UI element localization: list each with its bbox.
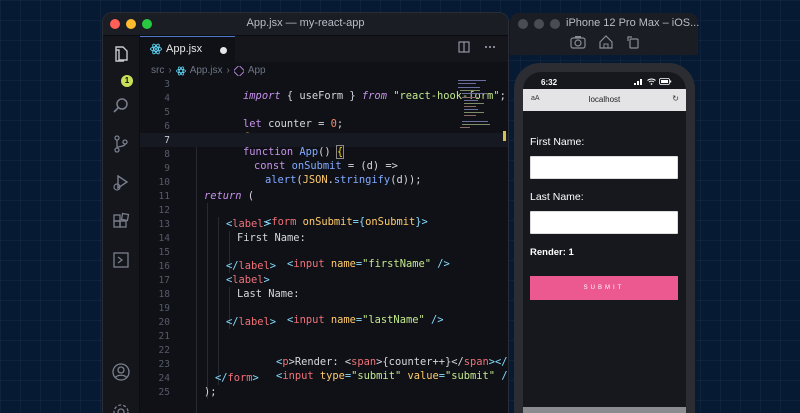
code-line: 20 </label> — [158, 316, 277, 328]
remote-explorer-icon[interactable] — [111, 250, 131, 270]
last-name-input[interactable] — [530, 211, 678, 234]
account-icon[interactable] — [111, 362, 131, 382]
react-icon — [175, 66, 186, 75]
cellular-signal-icon — [634, 79, 642, 85]
code-line: 9 alert(JSON.stringify(d)); — [164, 163, 422, 186]
maximize-window-button[interactable] — [550, 19, 560, 29]
code-line: 4 — [164, 93, 170, 104]
code-line: 18 Last Name: — [158, 288, 300, 300]
code-line: 13 <label> — [158, 218, 270, 230]
phone-screen: 6:32 aA localhost ↻ First Name: Last Nam… — [523, 72, 686, 413]
status-time: 6:32 — [541, 78, 558, 87]
toolbar-edge — [523, 407, 686, 413]
breadcrumb-item-symbol[interactable]: App — [248, 65, 266, 76]
breadcrumb-item-file[interactable]: App.jsx — [190, 65, 223, 76]
tab-label: App.jsx — [166, 43, 203, 55]
code-editor-window: App.jsx — my-react-app 1 App.jsx src › A… — [103, 13, 508, 413]
extensions-icon[interactable] — [111, 212, 131, 232]
code-line: 8 const onSubmit = (d) => — [164, 149, 398, 172]
first-name-input[interactable] — [530, 156, 678, 179]
search-icon[interactable] — [111, 96, 131, 116]
minimize-window-button[interactable] — [534, 19, 544, 29]
submit-button[interactable]: SUBMIT — [530, 276, 678, 300]
url-text[interactable]: localhost — [523, 95, 686, 104]
close-window-button[interactable] — [518, 19, 528, 29]
last-name-label: Last Name: — [530, 191, 584, 203]
more-actions-icon[interactable] — [484, 41, 496, 53]
battery-icon — [659, 78, 672, 85]
code-line: 3 import { useForm } from "react-hook-fo… — [164, 79, 506, 102]
symbol-function-icon — [233, 65, 244, 76]
first-name-label: First Name: — [530, 136, 585, 148]
editor-tab-bar: App.jsx — [140, 36, 508, 63]
iphone-simulator: 6:32 aA localhost ↻ First Name: Last Nam… — [514, 63, 695, 413]
settings-gear-icon[interactable] — [111, 402, 131, 413]
code-line: 12 <form onSubmit={onSubmit}> — [158, 205, 428, 228]
simulator-title: iPhone 12 Pro Max – iOS... — [566, 17, 700, 29]
breadcrumb: src › App.jsx › App — [151, 65, 266, 76]
code-line: 19 <input name="lastName" /> — [158, 303, 444, 326]
code-line: 5 let counter = 0; — [164, 107, 344, 130]
minimap[interactable] — [458, 78, 498, 148]
changes-badge: 1 — [121, 75, 133, 87]
code-line: 11 return ( — [158, 190, 255, 202]
wifi-icon — [647, 78, 656, 85]
code-line: 23 <input type="submit" value="submit" /… — [158, 359, 508, 382]
unsaved-dot-icon[interactable] — [220, 47, 227, 54]
run-debug-icon[interactable] — [111, 172, 131, 192]
reload-icon[interactable]: ↻ — [672, 94, 679, 103]
explorer-icon[interactable] — [111, 44, 131, 64]
breadcrumb-item-src[interactable]: src — [151, 65, 164, 76]
code-line: 24 </form> — [158, 372, 259, 384]
rotate-device-icon[interactable] — [626, 35, 640, 49]
chevron-right-icon: › — [168, 65, 172, 76]
split-editor-icon[interactable] — [458, 41, 470, 53]
code-line: 6 — [140, 119, 508, 142]
code-line: 14 First Name: — [158, 232, 306, 244]
tab-app-jsx[interactable]: App.jsx — [140, 36, 235, 63]
render-counter-text: Render: 1 — [530, 247, 574, 258]
code-line: 22 <p>Render: <span>{counter++}</span></… — [158, 345, 508, 368]
code-line: 25 ); — [158, 386, 217, 398]
simulator-titlebar: iPhone 12 Pro Max – iOS... — [510, 13, 700, 55]
code-line: 17 <label> — [158, 274, 270, 286]
code-line: 15 <input name="firstName" /> — [158, 247, 450, 270]
status-icons — [634, 78, 672, 85]
scrollbar-marker[interactable] — [503, 131, 506, 141]
editor-titlebar: App.jsx — my-react-app — [103, 13, 508, 36]
home-icon[interactable] — [598, 35, 614, 49]
safari-address-bar[interactable]: aA localhost ↻ — [523, 89, 686, 111]
activity-bar: 1 — [103, 36, 140, 413]
screenshot-camera-icon[interactable] — [570, 35, 586, 49]
chevron-right-icon: › — [226, 65, 230, 76]
react-icon — [150, 43, 162, 55]
source-control-icon[interactable] — [111, 134, 131, 154]
code-editor[interactable]: 3 import { useForm } from "react-hook-fo… — [140, 77, 508, 413]
window-title: App.jsx — my-react-app — [246, 17, 365, 29]
code-line-active: 7 function App() { — [140, 133, 508, 159]
code-line: 16 </label> — [158, 260, 277, 272]
